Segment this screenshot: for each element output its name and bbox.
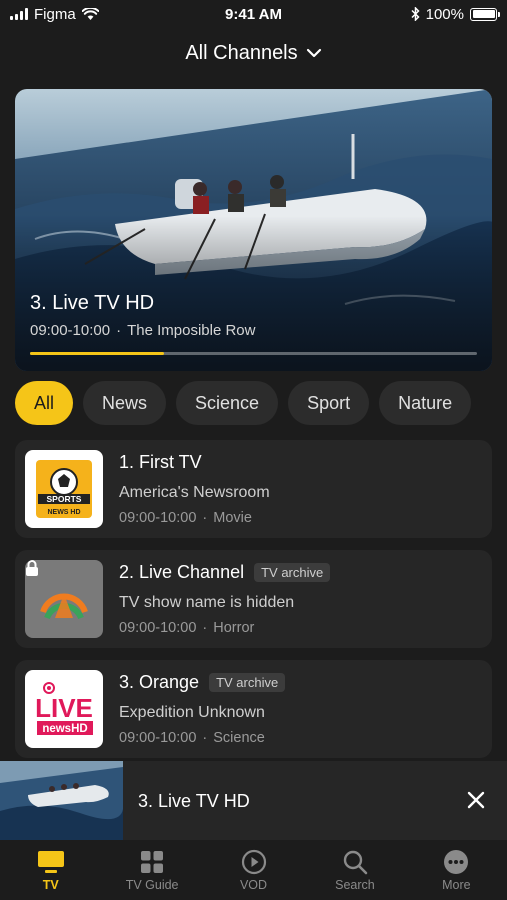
channel-time: 09:00-10:00 <box>119 730 197 746</box>
status-bar: Figma 9:41 AM 100% <box>0 0 507 28</box>
svg-text:SPORTS: SPORTS <box>47 494 82 504</box>
channel-name-row: 2. Live Channel TV archive <box>119 562 331 583</box>
more-icon <box>444 850 469 874</box>
channel-logo: SPORTS NEWS HD <box>25 450 103 528</box>
tab-bar: TV TV Guide VOD Search More <box>0 840 507 900</box>
tab-search[interactable]: Search <box>304 840 405 900</box>
chip-news[interactable]: News <box>83 381 167 425</box>
carrier-name: Figma <box>34 5 76 23</box>
signal-icon <box>10 8 28 20</box>
channel-selector[interactable]: All Channels <box>0 36 507 70</box>
mini-player-title: 3. Live TV HD <box>138 791 250 811</box>
mini-player[interactable]: 3. Live TV HD <box>0 761 507 840</box>
chip-science[interactable]: Science <box>176 381 279 425</box>
channel-genre: Horror <box>213 620 255 636</box>
lock-icon <box>26 560 38 576</box>
grid-icon <box>141 851 164 873</box>
battery-percent: 100% <box>425 5 464 23</box>
channel-list: SPORTS NEWS HD 1. First TV America's New… <box>15 440 492 770</box>
tab-label: TV Guide <box>125 878 179 892</box>
archive-badge: TV archive <box>254 563 331 582</box>
hero-progress-bar <box>30 352 477 355</box>
channel-item[interactable]: LIVE newsHD 3. Orange TV archive Expedit… <box>15 660 492 758</box>
channel-name: 3. Orange <box>119 672 200 692</box>
svg-text:newsHD: newsHD <box>42 723 87 735</box>
channel-name: 2. Live Channel <box>119 562 245 582</box>
hero-title: 3. Live TV HD <box>30 292 155 314</box>
page-title: All Channels <box>185 41 298 64</box>
close-button[interactable] <box>463 787 489 813</box>
hero-banner[interactable]: 3. Live TV HD 09:00-10:00 · The Imposibl… <box>15 89 492 371</box>
channel-show: America's Newsroom <box>119 484 270 501</box>
channel-show: TV show name is hidden <box>119 594 295 611</box>
channel-separator: · <box>202 620 208 636</box>
hero-progress-fill <box>30 352 165 355</box>
play-circle-icon <box>241 849 266 875</box>
bluetooth-icon <box>411 7 420 21</box>
channel-meta: 09:00-10:00 · Horror <box>119 620 254 636</box>
chevron-down-icon <box>306 48 321 58</box>
hero-program: The Imposible Row <box>127 322 256 339</box>
channel-separator: · <box>202 730 208 746</box>
channel-meta: 09:00-10:00 · Science <box>119 730 265 746</box>
svg-text:NEWS HD: NEWS HD <box>47 509 80 516</box>
hero-separator: · <box>116 322 122 339</box>
status-left: Figma <box>10 6 180 23</box>
channel-genre: Science <box>213 730 265 746</box>
tv-icon <box>37 851 64 873</box>
live-news-logo: LIVE newsHD <box>35 682 93 735</box>
hero-time: 09:00-10:00 <box>30 322 111 339</box>
chip-nature[interactable]: Nature <box>379 381 472 425</box>
channel-item[interactable]: SPORTS NEWS HD 1. First TV America's New… <box>15 440 492 538</box>
channel-show: Expedition Unknown <box>119 704 265 721</box>
channel-logo: LIVE newsHD <box>25 670 103 748</box>
channel-name: 1. First TV <box>119 452 202 472</box>
status-right: 100% <box>327 5 500 23</box>
tab-tv[interactable]: TV <box>0 840 101 900</box>
channel-name-row: 3. Orange TV archive <box>119 672 286 693</box>
channel-separator: · <box>202 510 208 526</box>
svg-text:LIVE: LIVE <box>35 693 93 723</box>
mini-player-thumbnail <box>0 761 123 840</box>
tab-tv-guide[interactable]: TV Guide <box>101 840 202 900</box>
chip-sport[interactable]: Sport <box>288 381 370 425</box>
sports-news-logo: SPORTS NEWS HD <box>36 460 92 518</box>
tab-label: More <box>442 878 471 892</box>
close-icon <box>467 791 485 809</box>
tab-label: VOD <box>239 878 268 892</box>
channel-time: 09:00-10:00 <box>119 620 197 636</box>
tab-label: TV <box>42 878 59 892</box>
channel-item[interactable]: 2. Live Channel TV archive TV show name … <box>15 550 492 648</box>
channel-name-row: 1. First TV <box>119 452 202 473</box>
tab-vod[interactable]: VOD <box>203 840 304 900</box>
channel-genre: Movie <box>213 510 252 526</box>
hero-meta: 09:00-10:00 · The Imposible Row <box>30 322 255 339</box>
wifi-icon <box>81 8 99 20</box>
archive-badge: TV archive <box>209 673 286 692</box>
tab-more[interactable]: More <box>406 840 507 900</box>
status-time: 9:41 AM <box>225 5 282 23</box>
channel-meta: 09:00-10:00 · Movie <box>119 510 252 526</box>
channel-logo <box>25 560 103 638</box>
search-icon <box>343 850 368 875</box>
category-filters: All News Science Sport Nature <box>15 381 507 425</box>
chip-all[interactable]: All <box>15 381 74 425</box>
battery-icon <box>470 7 500 21</box>
channel-time: 09:00-10:00 <box>119 510 197 526</box>
tab-label: Search <box>335 878 375 892</box>
